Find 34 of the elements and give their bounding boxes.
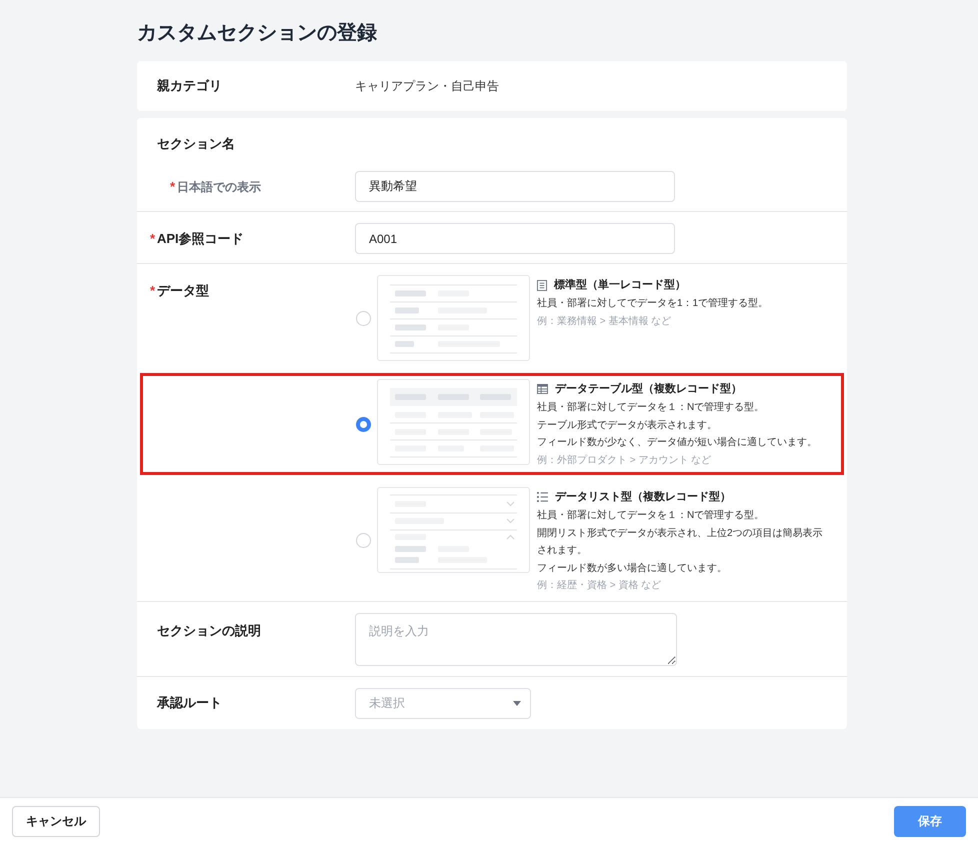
page-title: カスタムセクションの登録 [137, 21, 377, 46]
option-description: フィールド数が多い場合に適しています。 [537, 562, 728, 576]
field-label: 親カテゴリ [157, 77, 222, 96]
option-title: データテーブル型（複数レコード型） [555, 382, 742, 397]
option-description: 社員・部署に対してデータを１：Nで管理する型。 [537, 508, 766, 523]
example-text: 例：業務情報 > 基本情報 など [537, 314, 672, 328]
required-mark: * [150, 230, 156, 248]
cancel-button[interactable]: キャンセル [12, 806, 100, 836]
required-mark: * [170, 178, 176, 196]
caret-icon [513, 700, 521, 706]
option-description: テーブル形式でデータが表示されます。 [537, 418, 718, 432]
example-text: 例：外部プロダクト > アカウント など [537, 454, 712, 468]
text-input[interactable]: 異動希望 [355, 171, 675, 202]
option-description: 社員・部署に対してでデータを1：1で管理する型。 [537, 296, 770, 311]
field-label: 承認ルート [157, 694, 222, 712]
option-title: データリスト型（複数レコード型） [555, 490, 731, 505]
section-heading: セクション名 [157, 135, 235, 153]
option-description: 開閉リスト形式でデータが表示され、上位2つの項目は簡易表示されます。 [537, 526, 824, 558]
required-mark: * [150, 282, 156, 300]
field-label: 日本語での表示 [177, 178, 261, 196]
radio-button[interactable] [356, 416, 371, 432]
field-label: セクションの説明 [157, 622, 261, 640]
text-input[interactable]: A001 [355, 223, 675, 254]
field-label: データ型 [157, 282, 209, 300]
field-label: API参照コード [157, 230, 244, 248]
option-description: フィールド数が少なく、データ値が短い場合に適しています。 [537, 436, 818, 450]
option-description: 社員・部署に対してデータを１：Nで管理する型。 [537, 400, 766, 415]
field-value: キャリアプラン・自己申告 [355, 78, 499, 95]
table-icon [537, 384, 548, 394]
description-textarea[interactable]: 説明を入力 [355, 612, 677, 666]
example-text: 例：経歴・資格 > 資格 など [537, 578, 662, 593]
document-icon [537, 280, 547, 290]
option-title: 標準型（単一レコード型） [554, 278, 686, 293]
list-icon [537, 492, 548, 502]
